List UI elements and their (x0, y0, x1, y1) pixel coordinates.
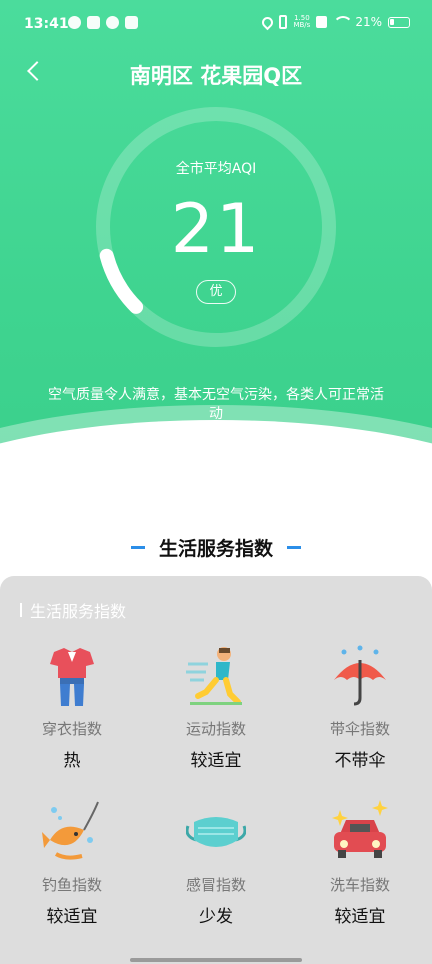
index-item-umbrella[interactable]: 带伞指数 不带伞 (288, 640, 432, 790)
section-heading: 生活服务指数 (0, 534, 432, 561)
aqi-label: 全市平均AQI (175, 161, 257, 177)
index-item-value: 较适宜 (190, 751, 242, 771)
card-title: 生活服务指数 (20, 598, 126, 622)
index-item-value: 少发 (199, 907, 233, 927)
card-title-marker (20, 603, 22, 617)
vibrate-icon (279, 15, 288, 29)
status-notification-icons (68, 16, 138, 29)
fishing-icon (42, 800, 102, 862)
status-time: 13:41 (24, 16, 69, 32)
network-speed-unit: MB/s (293, 21, 311, 29)
index-item-value: 不带伞 (334, 751, 386, 771)
status-system-icons: 1.50 MB/s 21% (260, 14, 410, 30)
index-item-name: 运动指数 (185, 720, 246, 738)
mail-notification-icon (125, 16, 138, 29)
index-item-value: 热 (63, 751, 81, 771)
index-item-name: 钓鱼指数 (41, 876, 102, 894)
clothes-icon (42, 644, 102, 706)
index-item-carwash[interactable]: 洗车指数 较适宜 (288, 796, 432, 946)
mask-icon (185, 800, 247, 862)
app-notification-icon (68, 16, 81, 29)
section-heading-text: 生活服务指数 (158, 538, 273, 560)
index-item-name: 洗车指数 (329, 876, 390, 894)
heading-bar-left (130, 546, 145, 549)
network-speed: 1.50 MB/s (293, 15, 310, 29)
battery-icon (388, 16, 410, 28)
car-wash-icon (330, 800, 390, 862)
fan-notification-icon (87, 16, 100, 29)
index-item-sport[interactable]: 运动指数 较适宜 (144, 640, 288, 790)
index-item-value: 较适宜 (334, 907, 386, 927)
index-item-cold[interactable]: 感冒指数 少发 (144, 796, 288, 946)
heading-bar-right (287, 546, 301, 549)
aqi-value: 21 (170, 190, 262, 269)
umbrella-icon (330, 644, 390, 706)
hero-curve (0, 420, 432, 500)
home-indicator[interactable] (130, 958, 302, 962)
location-icon (260, 14, 276, 30)
sim-icon (316, 16, 328, 28)
aqi-description: 空气质量令人满意，基本无空气污染，各类人可正常活动 (48, 387, 384, 422)
index-item-fishing[interactable]: 钓鱼指数 较适宜 (0, 796, 144, 946)
index-item-name: 感冒指数 (185, 876, 246, 894)
weibo-icon (106, 16, 119, 29)
battery-percent: 21% (355, 15, 382, 29)
wifi-icon (333, 16, 354, 28)
card-title-text: 生活服务指数 (30, 602, 127, 621)
index-item-value: 较适宜 (46, 907, 98, 927)
status-bar: 13:41 1.50 MB/s 21% (0, 0, 432, 50)
page-title: 南明区 花果园Q区 (129, 64, 303, 88)
running-icon (186, 644, 246, 706)
aqi-level-badge: 优 (196, 280, 236, 304)
index-item-clothing[interactable]: 穿衣指数 热 (0, 640, 144, 790)
index-item-name: 带伞指数 (329, 720, 390, 738)
index-item-name: 穿衣指数 (41, 720, 102, 738)
